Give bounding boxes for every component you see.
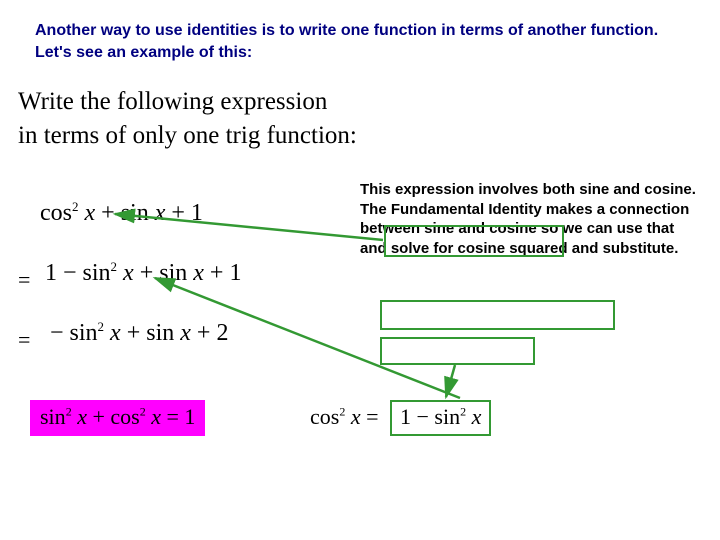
expression-step2: − sin2 x + sin x + 2 xyxy=(50,320,228,347)
empty-green-box-1 xyxy=(380,300,615,330)
intro-text: Another way to use identities is to writ… xyxy=(35,20,685,63)
problem-prompt: Write the following expression in terms … xyxy=(18,85,357,153)
prompt-line2: in terms of only one trig function: xyxy=(18,122,357,149)
equals-sign-step1: = xyxy=(18,267,30,293)
expression-step1: 1 − sin2 x + sin x + 1 xyxy=(45,260,241,287)
cosine-squared-solved: cos2 x = 1 − sin2 x xyxy=(310,400,491,436)
callout-box-inline xyxy=(384,225,564,257)
empty-green-box-2 xyxy=(380,337,535,365)
fundamental-identity-highlight: sin2 x + cos2 x = 1 xyxy=(30,400,205,436)
expression-original: cos2 x + sin x + 1 xyxy=(40,200,203,227)
substitution-box: 1 − sin2 x xyxy=(390,400,491,436)
equals-sign-step2: = xyxy=(18,327,30,353)
prompt-line1: Write the following expression xyxy=(18,88,327,115)
